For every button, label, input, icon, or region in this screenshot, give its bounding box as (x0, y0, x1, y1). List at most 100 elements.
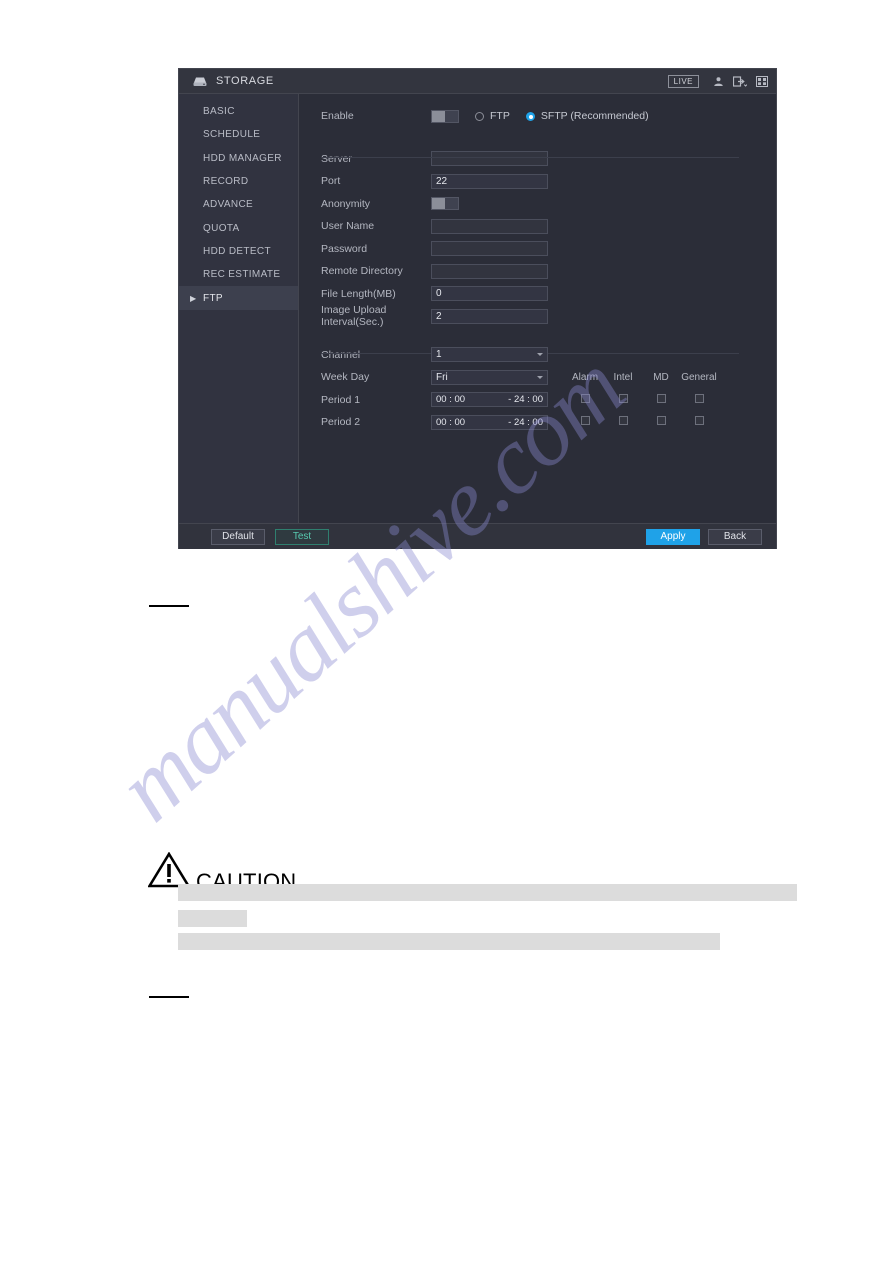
username-input[interactable] (431, 218, 548, 234)
chevron-down-icon (537, 353, 543, 357)
live-badge: LIVE (667, 74, 699, 88)
period-2-intel-cell (604, 416, 642, 428)
period-2-intel-checkbox[interactable] (618, 416, 628, 426)
section-rule-bottom (149, 996, 189, 998)
protocol-sftp-option[interactable]: SFTP (Recommended) (525, 110, 649, 123)
sidebar-item-label: HDD MANAGER (203, 152, 282, 164)
period-1-intel-checkbox[interactable] (618, 393, 628, 403)
sidebar-item-advance[interactable]: ADVANCE (179, 193, 298, 216)
sidebar-item-label: QUOTA (203, 222, 240, 234)
server-input[interactable] (431, 151, 548, 167)
period-1-intel-cell (604, 393, 642, 406)
image-upload-interval-label: Image Upload Interval(Sec.) (321, 304, 387, 329)
port-input[interactable] (431, 173, 548, 189)
week-day-label: Week Day (321, 371, 370, 384)
sidebar-item-hdd-manager[interactable]: HDD MANAGER (179, 147, 298, 170)
remote-directory-label: Remote Directory (321, 265, 403, 278)
period-2-alarm-checkbox[interactable] (580, 416, 590, 426)
test-button[interactable]: Test (275, 528, 329, 545)
server-row: Server (299, 148, 776, 171)
image-upload-interval-input[interactable] (431, 308, 548, 324)
period-2-general-checkbox[interactable] (694, 416, 704, 426)
titlebar-icon-group (713, 75, 768, 87)
week-day-row: Week Day Fri Alarm Intel MD General (299, 366, 776, 389)
port-row: Port (299, 170, 776, 193)
sidebar-item-record[interactable]: RECORD (179, 170, 298, 193)
period-1-end: - 24 : 00 (508, 394, 543, 406)
apps-grid-icon[interactable] (756, 75, 768, 87)
window-titlebar: STORAGE LIVE (179, 69, 776, 94)
chevron-down-icon (537, 375, 543, 379)
sftp-radio-label: SFTP (Recommended) (540, 110, 649, 123)
user-icon[interactable] (713, 76, 724, 87)
remote-directory-row: Remote Directory (299, 260, 776, 283)
redacted-text-line-2 (178, 910, 247, 927)
column-header-intel: Intel (613, 371, 633, 383)
column-header-alarm: Alarm (571, 371, 599, 383)
redacted-text-line-3 (178, 933, 720, 950)
sidebar-item-quota[interactable]: QUOTA (179, 216, 298, 239)
period-2-checkboxes (548, 416, 718, 428)
anonymity-label: Anonymity (321, 197, 371, 210)
server-label: Server (321, 152, 352, 165)
remote-directory-input[interactable] (431, 263, 548, 279)
username-row: User Name (299, 215, 776, 238)
sidebar-item-label: HDD DETECT (203, 245, 271, 257)
period-1-md-checkbox[interactable] (656, 393, 666, 403)
hdd-icon (193, 76, 207, 87)
period-2-md-checkbox[interactable] (656, 416, 666, 426)
sidebar-item-label: BASIC (203, 106, 235, 118)
channel-select-value: 1 (436, 349, 442, 361)
redacted-text-line-1 (178, 884, 797, 901)
ftp-settings-panel: Enable FTP SFTP (Recommended) Server Por… (299, 94, 776, 523)
period-2-time-range[interactable]: 00 : 00 - 24 : 00 (431, 414, 548, 430)
sidebar-item-label: REC ESTIMATE (203, 269, 281, 281)
period-1-general-checkbox[interactable] (694, 393, 704, 403)
section-rule-top (149, 605, 189, 607)
channel-select[interactable]: 1 (431, 347, 548, 363)
week-day-select-value: Fri (436, 371, 448, 383)
ftp-radio-label: FTP (490, 110, 510, 123)
period-2-row: Period 2 00 : 00 - 24 : 00 (299, 411, 776, 434)
protocol-ftp-option[interactable]: FTP (475, 110, 510, 122)
period-1-label: Period 1 (321, 393, 361, 406)
sidebar-item-rec-estimate[interactable]: REC ESTIMATE (179, 263, 298, 286)
toggle-knob (432, 198, 445, 210)
anonymity-row: Anonymity (299, 193, 776, 216)
sidebar-item-label: SCHEDULE (203, 129, 261, 141)
sidebar-item-hdd-detect[interactable]: HDD DETECT (179, 240, 298, 263)
apply-button[interactable]: Apply (646, 528, 700, 545)
period-2-md-cell (642, 416, 680, 428)
back-button[interactable]: Back (708, 528, 762, 545)
period-1-checkboxes (548, 393, 718, 406)
window-footer: Default Test Apply Back (179, 523, 776, 549)
file-length-input[interactable] (431, 286, 548, 302)
period-2-label: Period 2 (321, 416, 361, 429)
period-1-alarm-checkbox[interactable] (580, 393, 590, 403)
period-1-general-cell (680, 393, 718, 406)
period-1-alarm-cell (566, 393, 604, 406)
password-input[interactable] (431, 241, 548, 257)
sidebar-item-label: ADVANCE (203, 199, 254, 211)
channel-label: Channel (321, 348, 361, 361)
sidebar-item-ftp[interactable]: ▶ FTP (179, 286, 298, 310)
period-2-alarm-cell (566, 416, 604, 428)
week-day-select[interactable]: Fri (431, 369, 548, 385)
period-1-time-range[interactable]: 00 : 00 - 24 : 00 (431, 392, 548, 408)
sidebar-item-label: FTP (203, 292, 223, 304)
image-upload-interval-row: Image Upload Interval(Sec.) (299, 304, 776, 329)
period-1-start: 00 : 00 (436, 394, 466, 406)
sidebar-item-basic[interactable]: BASIC (179, 100, 298, 123)
file-length-label: File Length(MB) (321, 287, 396, 300)
ftp-radio[interactable] (475, 111, 484, 121)
event-column-headers: Alarm Intel MD General (548, 372, 718, 383)
sftp-radio[interactable] (525, 111, 535, 121)
sidebar-item-schedule[interactable]: SCHEDULE (179, 123, 298, 146)
logout-icon[interactable] (733, 75, 747, 87)
enable-toggle[interactable] (431, 109, 459, 123)
anonymity-toggle[interactable] (431, 197, 459, 211)
toggle-knob (432, 110, 445, 122)
username-label: User Name (321, 220, 375, 233)
password-row: Password (299, 238, 776, 261)
default-button[interactable]: Default (211, 528, 265, 545)
